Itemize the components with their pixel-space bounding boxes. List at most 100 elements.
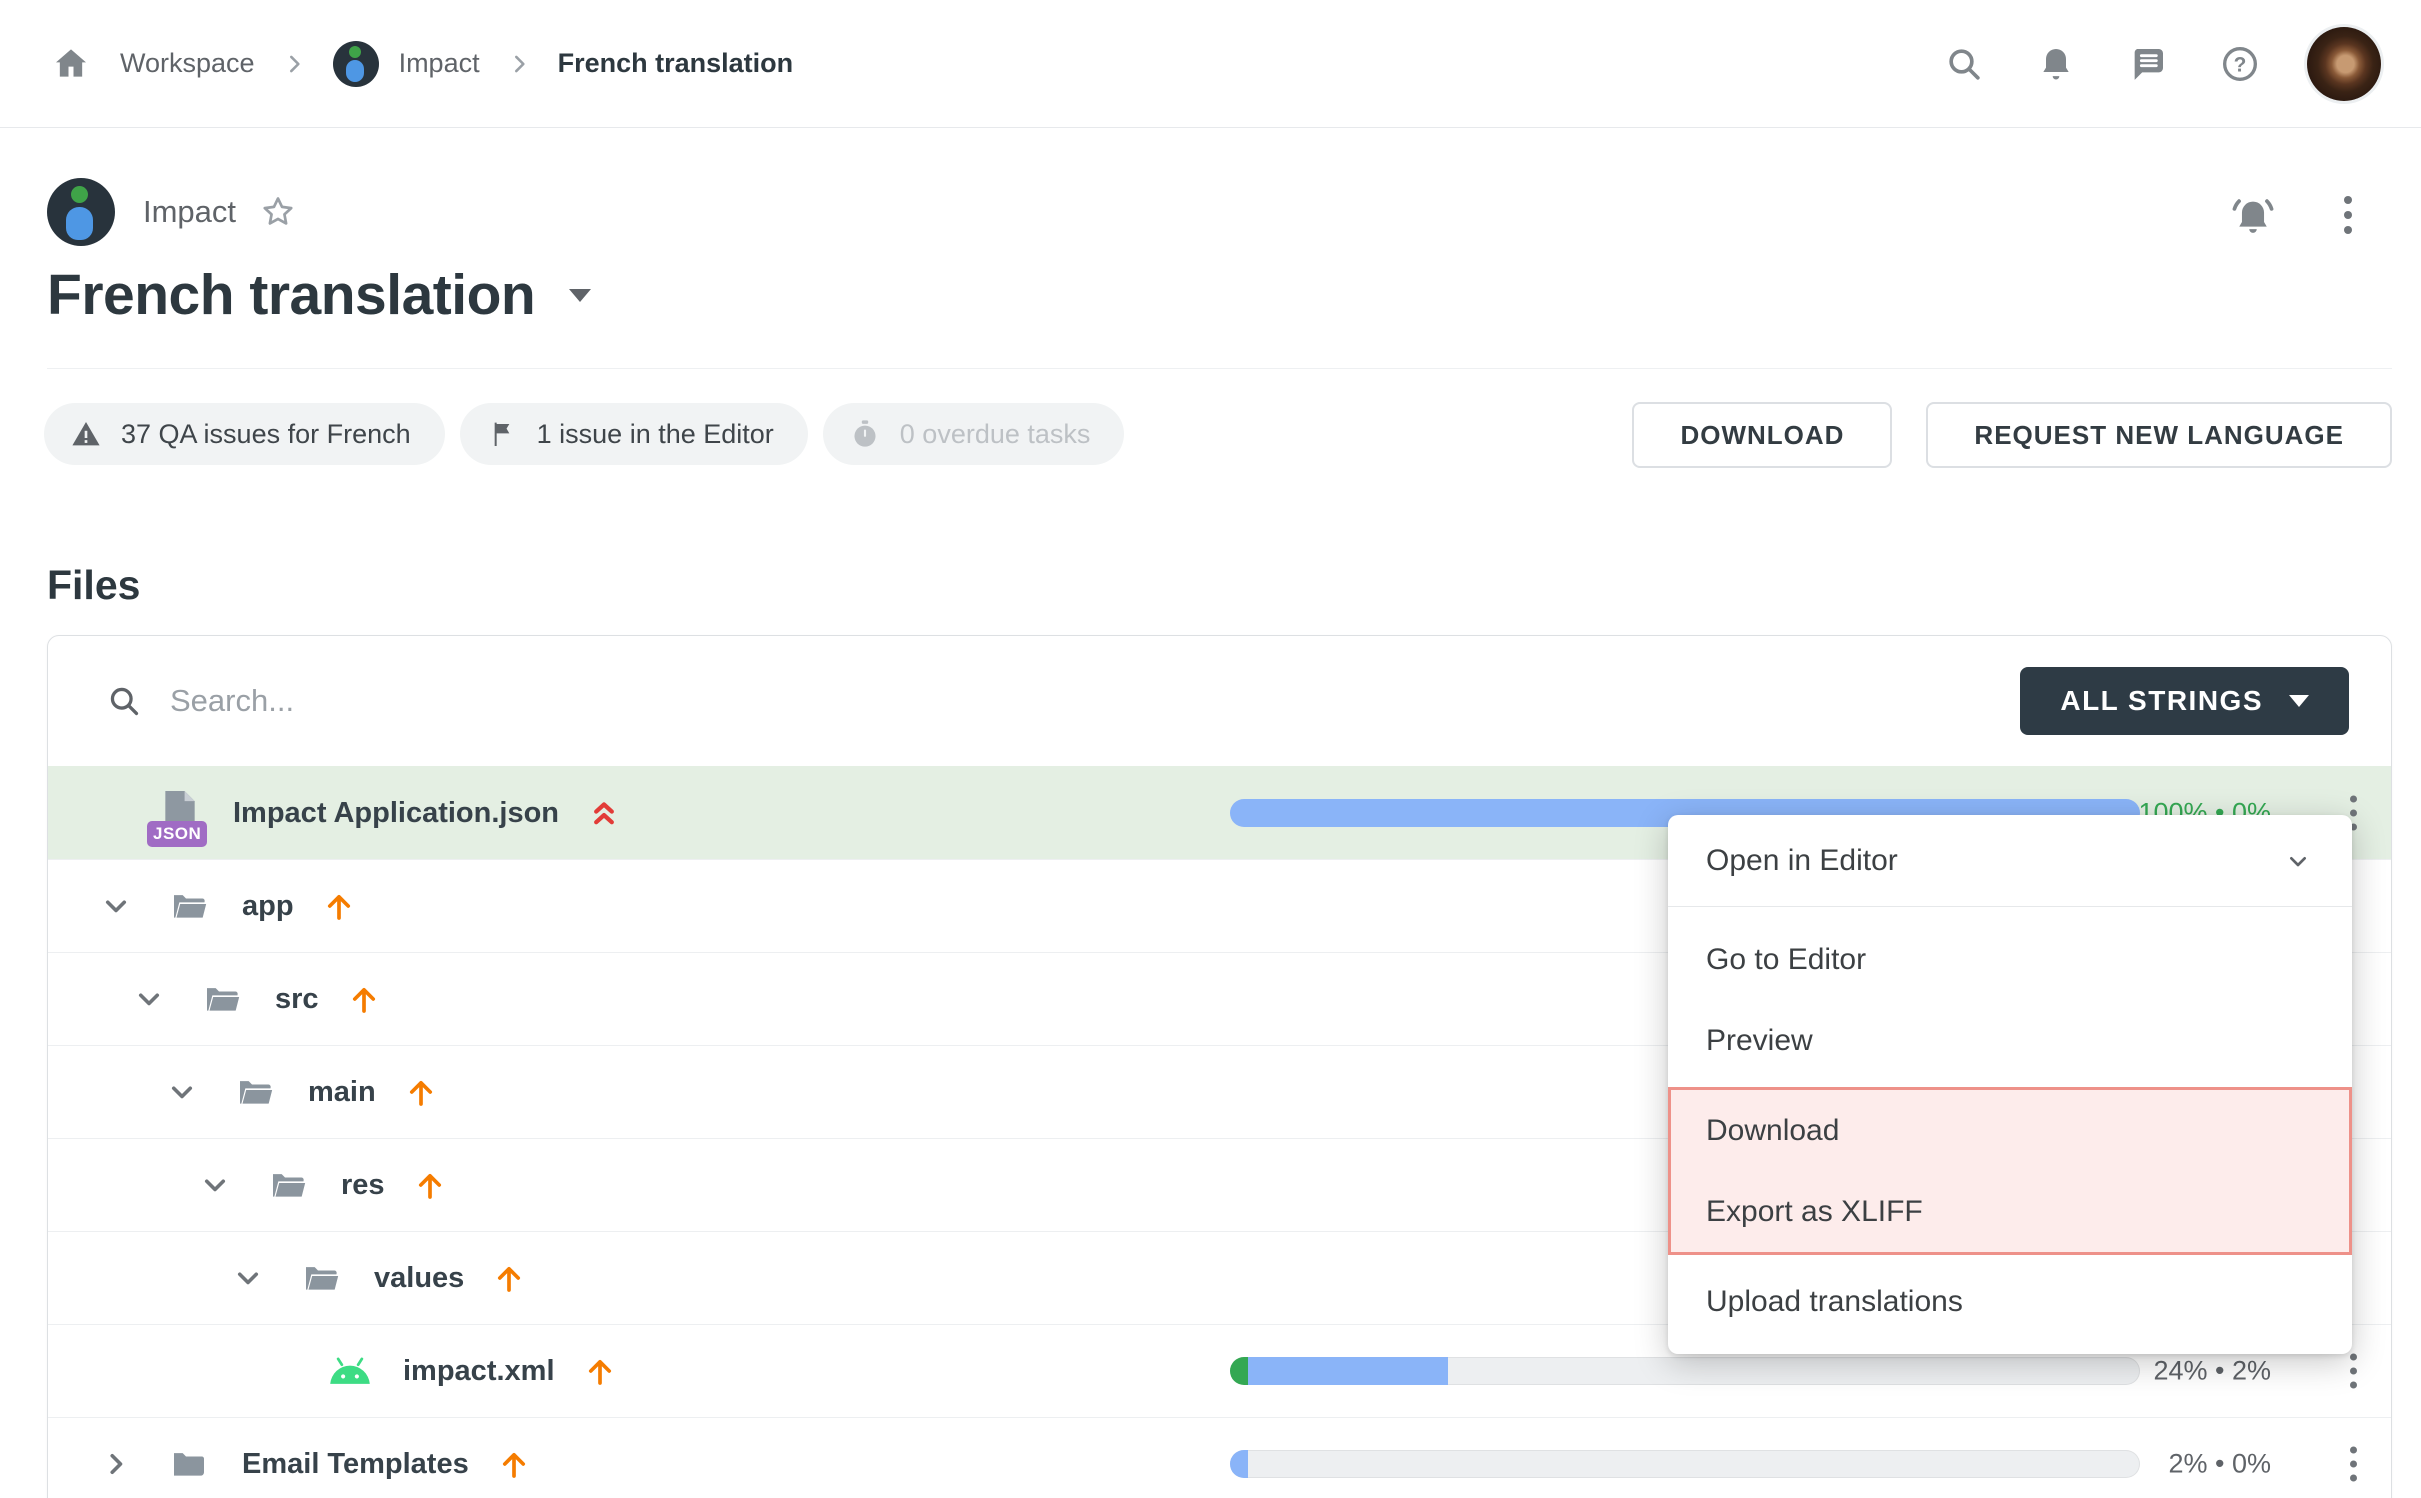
breadcrumb-project-label: Impact (399, 48, 480, 79)
file-name: Impact Application.json (233, 797, 559, 830)
request-new-language-button[interactable]: REQUEST NEW LANGUAGE (1926, 402, 2392, 468)
menu-item-label: Download (1706, 1114, 1839, 1148)
progress-bar (1230, 1357, 2140, 1385)
flag-icon (486, 418, 518, 450)
chevron-down-icon[interactable] (197, 1167, 233, 1203)
help-icon[interactable]: ? (2217, 41, 2263, 87)
folder-name: Email Templates (242, 1448, 469, 1481)
file-context-menu: Open in Editor Go to Editor Preview Down… (1668, 815, 2352, 1354)
menu-item-download[interactable]: Download (1671, 1090, 2349, 1171)
folder-open-icon (263, 1165, 313, 1205)
upload-arrow-icon (492, 1260, 526, 1296)
page-title: French translation (47, 262, 535, 328)
watch-bell-icon[interactable] (2228, 192, 2278, 242)
svg-text:?: ? (2234, 53, 2247, 76)
folder-name: res (341, 1169, 385, 1202)
title-dropdown-caret-icon[interactable] (569, 289, 591, 302)
menu-item-upload-translations[interactable]: Upload translations (1668, 1261, 2352, 1342)
menu-item-label: Go to Editor (1706, 943, 1866, 977)
breadcrumb-current-label: French translation (558, 48, 794, 79)
search-icon[interactable] (1941, 41, 1987, 87)
menu-item-open-in-editor[interactable]: Open in Editor (1668, 815, 2352, 907)
menu-item-preview[interactable]: Preview (1668, 1000, 2352, 1081)
project-menu-button[interactable] (2344, 196, 2352, 234)
progress-stats: 24% • 2% (2153, 1356, 2271, 1387)
folder-open-icon (296, 1258, 346, 1298)
strings-filter-label: ALL STRINGS (2060, 685, 2263, 717)
editor-issues-chip[interactable]: 1 issue in the Editor (460, 403, 808, 465)
folder-name: main (308, 1076, 376, 1109)
breadcrumb-project[interactable]: Impact (333, 41, 480, 87)
upload-arrow-icon (497, 1446, 531, 1482)
chevron-down-icon[interactable] (164, 1074, 200, 1110)
json-badge: JSON (147, 821, 207, 847)
page: Workspace Impact French translation (0, 0, 2421, 1498)
files-heading: Files (47, 562, 140, 609)
chevron-down-icon[interactable] (98, 888, 134, 924)
page-actions: DOWNLOAD REQUEST NEW LANGUAGE (1632, 402, 2392, 468)
overdue-tasks-chip[interactable]: 0 overdue tasks (823, 403, 1125, 465)
chevron-down-icon[interactable] (230, 1260, 266, 1296)
file-name: impact.xml (403, 1355, 555, 1388)
topbar-actions: ? (1895, 27, 2381, 101)
breadcrumb-current-page: French translation (558, 48, 794, 79)
top-nav-bar: Workspace Impact French translation (0, 0, 2421, 128)
qa-issues-chip[interactable]: 37 QA issues for French (44, 403, 445, 465)
chevron-right-icon (281, 51, 307, 77)
home-icon[interactable] (48, 41, 94, 87)
android-file-icon (325, 1355, 375, 1387)
menu-item-label: Upload translations (1706, 1285, 1963, 1319)
priority-high-icon (587, 794, 621, 832)
chevron-down-icon (2282, 845, 2314, 877)
section-divider (47, 368, 2392, 369)
project-header: Impact (47, 178, 296, 246)
star-favorite-icon[interactable] (260, 194, 296, 230)
progress-bar (1230, 1450, 2140, 1478)
project-name: Impact (143, 194, 236, 230)
upload-arrow-icon (413, 1167, 447, 1203)
menu-item-label: Export as XLIFF (1706, 1195, 1923, 1229)
menu-item-label: Open in Editor (1706, 844, 1898, 878)
warning-icon (70, 418, 102, 450)
folder-icon (164, 1444, 214, 1484)
menu-item-go-to-editor[interactable]: Go to Editor (1668, 919, 2352, 1000)
menu-item-label: Preview (1706, 1024, 1813, 1058)
strings-filter-button[interactable]: ALL STRINGS (2020, 667, 2349, 735)
breadcrumb-workspace[interactable]: Workspace (120, 48, 255, 79)
qa-issues-label: 37 QA issues for French (121, 419, 411, 450)
chevron-down-icon[interactable] (131, 981, 167, 1017)
messages-icon[interactable] (2125, 41, 2171, 87)
notifications-bell-icon[interactable] (2033, 41, 2079, 87)
progress-stats: 2% • 0% (2168, 1449, 2271, 1480)
folder-open-icon (164, 886, 214, 926)
user-avatar[interactable] (2307, 27, 2381, 101)
row-menu-button[interactable] (2344, 1441, 2363, 1488)
chevron-right-icon (506, 51, 532, 77)
menu-highlighted-group: Download Export as XLIFF (1668, 1087, 2352, 1255)
breadcrumb: Workspace Impact French translation (48, 41, 793, 87)
overdue-tasks-label: 0 overdue tasks (900, 419, 1091, 450)
download-button[interactable]: DOWNLOAD (1632, 402, 1892, 468)
chevron-right-icon[interactable] (98, 1446, 134, 1482)
stopwatch-icon (849, 418, 881, 450)
upload-arrow-icon (322, 888, 356, 924)
json-file-icon: JSON (155, 787, 205, 839)
project-logo (47, 178, 115, 246)
status-chips: 37 QA issues for French 1 issue in the E… (44, 403, 1124, 465)
row-menu-button[interactable] (2344, 1348, 2363, 1395)
project-logo (333, 41, 379, 87)
folder-open-icon (230, 1072, 280, 1112)
editor-issues-label: 1 issue in the Editor (537, 419, 774, 450)
search-input[interactable] (170, 683, 1992, 719)
upload-arrow-icon (347, 981, 381, 1017)
folder-name: values (374, 1262, 464, 1295)
search-icon (106, 683, 142, 719)
folder-name: src (275, 983, 319, 1016)
chevron-down-icon (2289, 695, 2309, 707)
files-toolbar: ALL STRINGS (48, 636, 2391, 766)
folder-row-email-templates[interactable]: Email Templates 2% • 0% (48, 1417, 2391, 1498)
menu-item-export-as-xliff[interactable]: Export as XLIFF (1671, 1171, 2349, 1252)
folder-name: app (242, 890, 294, 923)
upload-arrow-icon (583, 1353, 617, 1389)
breadcrumb-workspace-label: Workspace (120, 48, 255, 79)
